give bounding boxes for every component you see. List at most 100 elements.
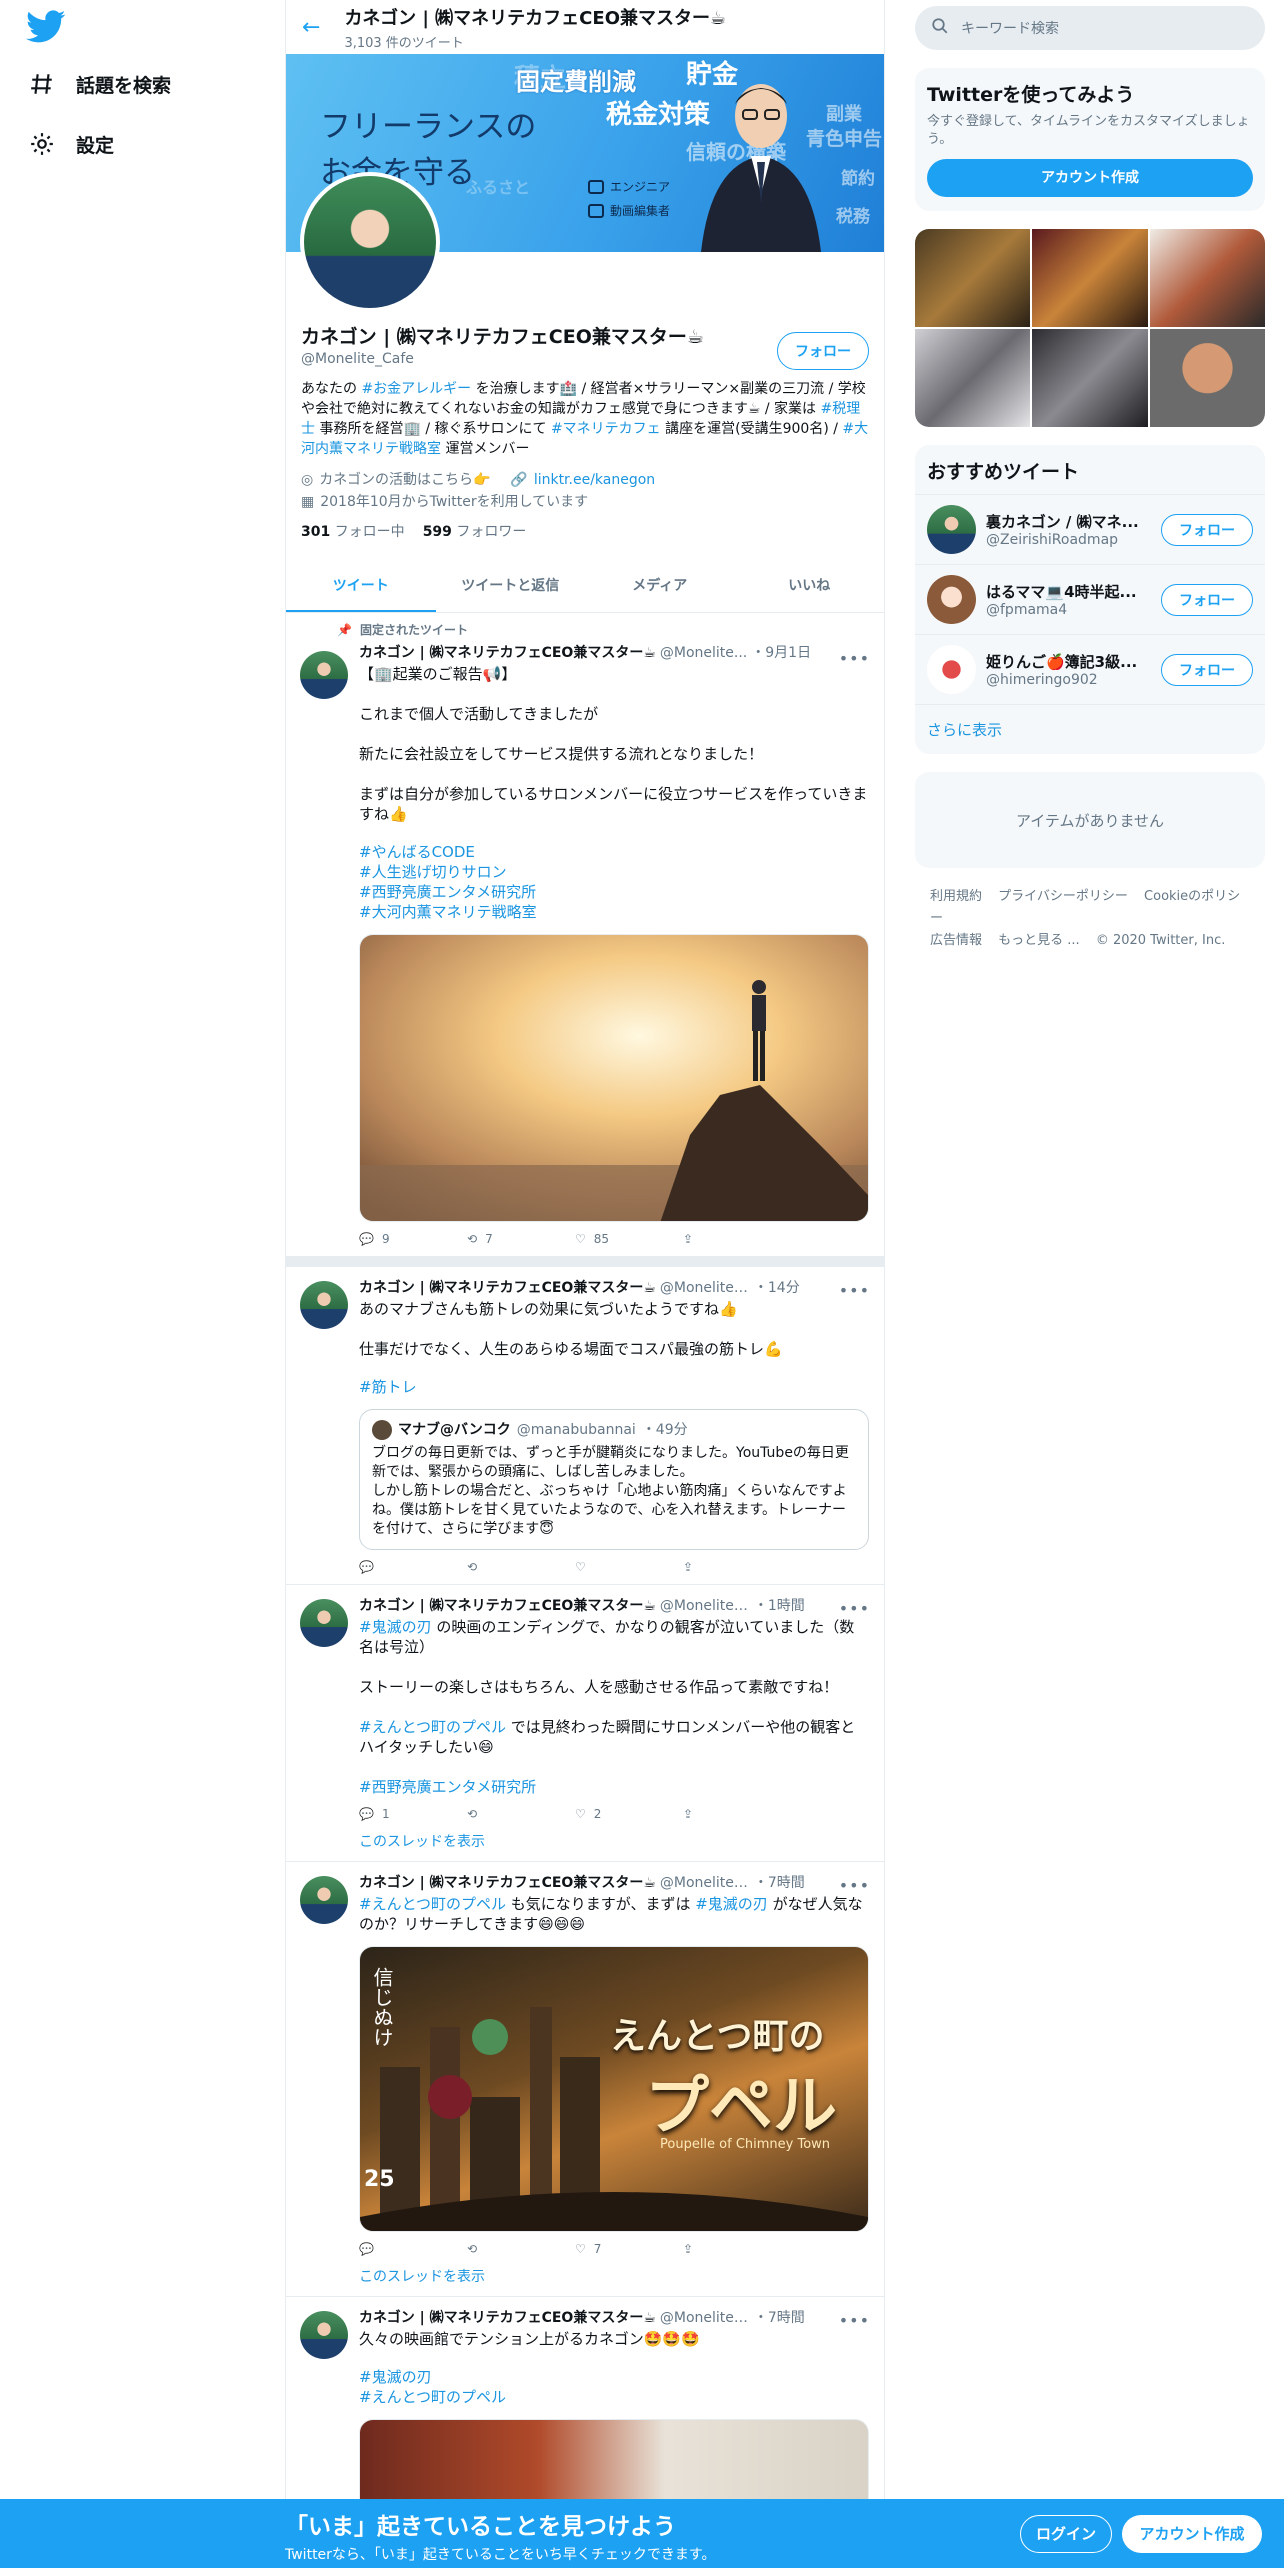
reply-action[interactable]: 💬 (359, 1560, 467, 1574)
share-action[interactable]: ⇪ (683, 1232, 791, 1246)
recommendation-item[interactable]: 姫りんご🍎簿記3級... @himeringo902 フォロー (915, 634, 1265, 704)
tweet[interactable]: カネゴン | ㈱マネリテカフェCEO兼マスター☕ @Monelite_... ・7時… (286, 1862, 884, 2297)
like-action[interactable]: ♡ 85 (575, 1232, 683, 1246)
media-thumb[interactable] (1032, 329, 1148, 427)
tweet-avatar[interactable] (300, 2311, 348, 2359)
tweet-author-handle[interactable]: @Monelite_... (660, 1280, 750, 1296)
tweet-avatar[interactable] (300, 1281, 348, 1329)
tweet-time[interactable]: ・7時間 (754, 1872, 805, 1892)
search-input[interactable]: キーワード検索 (961, 18, 1059, 38)
create-account-button[interactable]: アカウント作成 (927, 159, 1253, 197)
search-box[interactable]: キーワード検索 (915, 6, 1265, 50)
follow-button[interactable]: フォロー (1161, 653, 1253, 686)
tab-tweets[interactable]: ツイート (286, 559, 436, 612)
recommendation-item[interactable]: 裏カネゴン / ㈱マネ... @ZeirishiRoadmap フォロー (915, 494, 1265, 564)
tweet-author-name[interactable]: カネゴン | ㈱マネリテカフェCEO兼マスター☕ (359, 642, 656, 662)
like-action[interactable]: ♡ (575, 1560, 683, 1574)
tweet-time[interactable]: ・7時間 (754, 2307, 805, 2327)
media-thumb[interactable] (915, 229, 1031, 327)
share-action[interactable]: ⇪ (683, 2242, 791, 2256)
tweet-author-name[interactable]: カネゴン | ㈱マネリテカフェCEO兼マスター☕ (359, 1277, 656, 1297)
recommendation-avatar[interactable] (927, 505, 976, 554)
tweet-author-name[interactable]: カネゴン | ㈱マネリテカフェCEO兼マスター☕ (359, 2307, 656, 2327)
tweet-image[interactable] (359, 934, 869, 1222)
retweet-action[interactable]: ⟲ (467, 1807, 575, 1821)
tweet[interactable]: カネゴン | ㈱マネリテカフェCEO兼マスター☕ @Monelite_... ・1時… (286, 1585, 884, 1862)
more-options-icon[interactable]: ••• (839, 1281, 870, 1300)
tweet[interactable]: カネゴン | ㈱マネリテカフェCEO兼マスター☕ @Monelite_... ・14… (286, 1267, 884, 1585)
media-thumb[interactable] (1149, 229, 1265, 327)
following-count[interactable]: 301 フォロー中 (301, 521, 405, 541)
tweet-avatar[interactable] (300, 1599, 348, 1647)
tweet-time[interactable]: ・1時間 (754, 1595, 805, 1615)
like-action[interactable]: ♡ 2 (575, 1807, 683, 1821)
twitter-logo-icon[interactable] (26, 10, 70, 50)
recommendation-name[interactable]: はるママ💻4時半起... (986, 581, 1151, 602)
tweet-hashtag[interactable]: #西野亮廣エンタメ研究所 (359, 1778, 536, 1796)
tweet-author-handle[interactable]: @Monelite_... (660, 1598, 750, 1614)
recommendation-item[interactable]: はるママ💻4時半起... @fpmama4 フォロー (915, 564, 1265, 634)
tweet-author-name[interactable]: カネゴン | ㈱マネリテカフェCEO兼マスター☕ (359, 1872, 656, 1892)
website-link[interactable]: linktr.ee/kanegon (534, 469, 655, 491)
back-arrow-icon[interactable]: ← (302, 15, 320, 40)
share-action[interactable]: ⇪ (683, 1807, 791, 1821)
more-options-icon[interactable]: ••• (839, 1599, 870, 1618)
profile-website[interactable]: 🔗 linktr.ee/kanegon (510, 469, 655, 491)
tweet-hashtag[interactable]: #鬼滅の刃 (695, 1895, 768, 1913)
tab-likes[interactable]: いいね (735, 559, 885, 612)
signup-button[interactable]: アカウント作成 (1122, 2515, 1262, 2553)
retweet-action[interactable]: ⟲ (467, 2242, 575, 2256)
tab-tweets-replies[interactable]: ツイートと返信 (436, 559, 586, 612)
tweet-time[interactable]: ・14分 (754, 1277, 800, 1297)
quoted-tweet[interactable]: マナブ@バンコク @manabubannai ・49分 ブログの毎日更新では、ず… (359, 1409, 869, 1550)
nav-explore[interactable]: 話題を検索 (28, 70, 171, 98)
tweet[interactable]: 📌 固定されたツイート カネゴン | ㈱マネリテカフェCEO兼マスター☕ @Mone… (286, 613, 884, 1257)
followers-count[interactable]: 599 フォロワー (423, 521, 527, 541)
recommendation-avatar[interactable] (927, 645, 976, 694)
follow-button[interactable]: フォロー (1161, 583, 1253, 616)
tweet-hashtags[interactable]: #鬼滅の刃 #えんとつ町のプペル (359, 2367, 869, 2407)
movie-poster-image[interactable]: えんとつ町の プペル Poupelle of Chimney Town 信じぬけ… (359, 1946, 869, 2232)
tweet-author-name[interactable]: カネゴン | ㈱マネリテカフェCEO兼マスター☕ (359, 1595, 656, 1615)
tweet-hashtag[interactable]: #えんとつ町のプペル (359, 1895, 506, 1913)
privacy-link[interactable]: プライバシーポリシー (998, 889, 1128, 904)
tab-media[interactable]: メディア (585, 559, 735, 612)
tweet-time[interactable]: ・9月1日 (751, 642, 811, 662)
retweet-action[interactable]: ⟲ 7 (467, 1232, 575, 1246)
bio-hashtag[interactable]: #マネリテカフェ (551, 421, 661, 437)
login-button[interactable]: ログイン (1020, 2515, 1112, 2553)
show-more-link[interactable]: さらに表示 (915, 704, 1265, 754)
share-action[interactable]: ⇪ (683, 1560, 791, 1574)
media-thumb[interactable] (1032, 229, 1148, 327)
recommendation-name[interactable]: 裏カネゴン / ㈱マネ... (986, 511, 1151, 532)
tweet-hashtag[interactable]: #えんとつ町のプペル (359, 1718, 506, 1736)
more-options-icon[interactable]: ••• (839, 649, 870, 668)
reply-action[interactable]: 💬 1 (359, 1807, 467, 1821)
retweet-action[interactable]: ⟲ (467, 1560, 575, 1574)
show-thread-link[interactable]: このスレッドを表示 (359, 2266, 869, 2286)
like-action[interactable]: ♡ 7 (575, 2242, 683, 2256)
tweet-author-handle[interactable]: @Monelite... (660, 645, 747, 661)
show-thread-link[interactable]: このスレッドを表示 (359, 1831, 869, 1851)
media-thumb[interactable] (915, 329, 1031, 427)
follow-button[interactable]: フォロー (1161, 513, 1253, 546)
terms-link[interactable]: 利用規約 (930, 889, 982, 904)
profile-avatar[interactable] (300, 172, 440, 312)
tweet-avatar[interactable] (300, 1876, 348, 1924)
tweet-author-handle[interactable]: @Monelite_... (660, 1875, 750, 1891)
more-link[interactable]: もっと見る ... (998, 933, 1080, 948)
tweet-hashtags[interactable]: #筋トレ (359, 1377, 869, 1397)
bio-hashtag[interactable]: #お金アレルギー (361, 381, 471, 397)
more-options-icon[interactable]: ••• (839, 2311, 870, 2330)
reply-action[interactable]: 💬 (359, 2242, 467, 2256)
tweet-author-handle[interactable]: @Monelite_... (660, 2310, 750, 2326)
reply-action[interactable]: 💬 9 (359, 1232, 467, 1246)
more-options-icon[interactable]: ••• (839, 1876, 870, 1895)
tweet-avatar[interactable] (300, 651, 348, 699)
follow-button[interactable]: フォロー (777, 332, 869, 370)
ads-info-link[interactable]: 広告情報 (930, 933, 982, 948)
media-thumb[interactable] (1149, 329, 1265, 427)
recommendation-avatar[interactable] (927, 575, 976, 624)
nav-settings[interactable]: 設定 (28, 130, 114, 158)
tweet-hashtag[interactable]: #鬼滅の刃 (359, 1618, 432, 1636)
